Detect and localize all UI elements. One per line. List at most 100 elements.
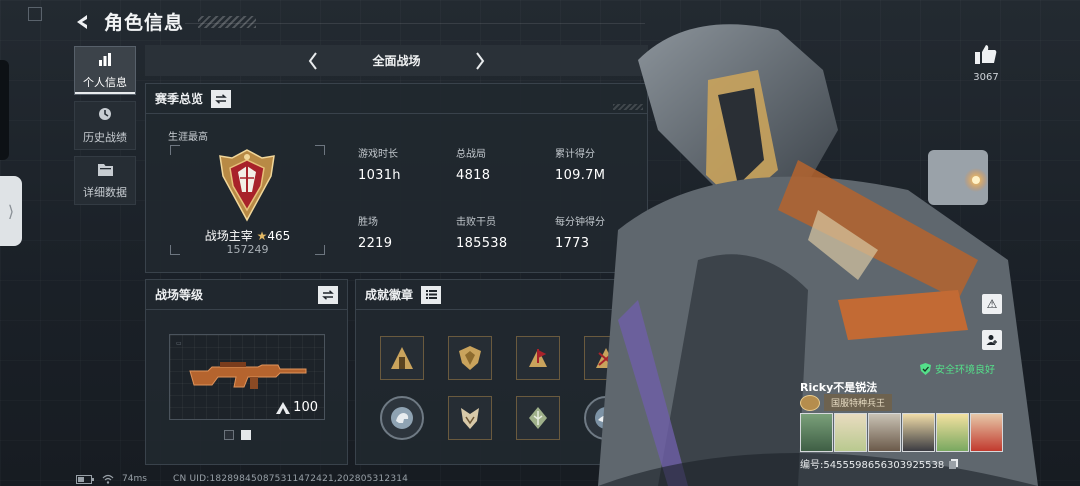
edge-handle-top[interactable] [0, 60, 9, 160]
avatar[interactable] [834, 413, 867, 452]
panel-title: 赛季总览 [155, 92, 204, 106]
title-medal-icon [800, 394, 820, 411]
avatar[interactable] [970, 413, 1003, 452]
back-arrow-icon[interactable] [74, 13, 92, 31]
swap-icon [322, 289, 334, 300]
nav-label: 历史战绩 [83, 131, 127, 144]
achievement-badge[interactable] [380, 336, 424, 380]
add-friend-button[interactable] [982, 330, 1002, 350]
chevron-right-icon [476, 52, 485, 70]
avatar[interactable] [868, 413, 901, 452]
clock-icon [98, 106, 112, 125]
environment-status-text: 安全环境良好 [935, 365, 995, 376]
switch-level-button[interactable] [318, 285, 338, 304]
player-id-text: 编号:5455598656303925538 [800, 460, 945, 471]
stat-value: 1031h [358, 168, 401, 183]
avatar[interactable] [800, 413, 833, 452]
list-icon [425, 290, 437, 299]
warning-icon: ⚠ [986, 297, 998, 311]
swap-icon [215, 93, 227, 104]
nav-item-history[interactable]: 历史战绩 [74, 101, 136, 150]
avatar[interactable] [902, 413, 935, 452]
player-id: 编号:5455598656303925538 [800, 456, 959, 471]
like-count: 3067 [973, 72, 999, 83]
gold-shield-badge-icon [459, 346, 481, 370]
avatar-strip [800, 413, 1003, 452]
player-name: Ricky不是锐法 [800, 381, 878, 394]
weapon-showcase[interactable]: ▭ 100 [169, 334, 325, 420]
dinosaur-round-badge-icon [391, 407, 413, 429]
like-button[interactable]: 3067 [970, 44, 1002, 83]
leaf-badge-icon [529, 407, 547, 429]
rank-chevron-icon [276, 401, 291, 414]
uid-text: CN UID:182898450875311472421,20280531231… [173, 474, 409, 484]
mode-title: 全面战场 [372, 54, 421, 68]
stat-value: 4818 [456, 168, 491, 183]
achievement-badge[interactable] [448, 336, 492, 380]
fox-badge-icon [461, 408, 479, 429]
stat-label: 总战局 [456, 149, 486, 160]
battery-icon [76, 474, 94, 484]
nav-label: 个人信息 [83, 76, 127, 89]
frame-corner [315, 145, 325, 155]
rank-emblem-icon [219, 149, 275, 222]
rank-name: 战场主宰 [204, 229, 253, 243]
stat-label: 击败干员 [456, 217, 496, 228]
frame-corner [170, 145, 180, 155]
switch-season-button[interactable] [211, 89, 232, 108]
chevron-left-icon [308, 52, 317, 70]
folder-icon [97, 161, 113, 180]
career-best-label: 生涯最高 [168, 132, 208, 143]
nav-item-detailed-data[interactable]: 详细数据 [74, 156, 136, 205]
pager-dot[interactable] [224, 430, 234, 440]
nav-label: 详细数据 [83, 186, 127, 199]
corner-decoration [28, 7, 42, 21]
achievement-badge[interactable] [448, 396, 492, 440]
environment-status: 安全环境良好 [920, 361, 995, 376]
avatar[interactable] [936, 413, 969, 452]
season-overview-panel: 赛季总览 生涯最高 战场主宰 ★465 157249 游戏时长 1031h 总战… [145, 83, 648, 273]
panel-header: 赛季总览 [146, 84, 647, 114]
stat-wins: 胜场 2219 [358, 213, 392, 251]
page-title: 角色信息 [104, 12, 185, 34]
rank-emblem-frame: 战场主宰 ★465 157249 [170, 145, 325, 256]
page-header: 角色信息 [74, 8, 257, 35]
rank-line: 战场主宰 ★465 [170, 227, 325, 244]
achievement-badge[interactable] [380, 396, 424, 440]
achievements-list-button[interactable] [421, 285, 442, 304]
stat-label: 游戏时长 [358, 149, 398, 160]
mode-prev-button[interactable] [302, 49, 324, 73]
stat-value: 185538 [456, 236, 508, 251]
weapon-tag: ▭ [176, 340, 182, 347]
player-title: 国服特种兵王 [800, 394, 893, 411]
thumbs-up-icon [975, 45, 997, 64]
pager-dots [224, 430, 251, 440]
nav-item-personal-info[interactable]: 个人信息 [74, 46, 136, 95]
stat-kills: 击败干员 185538 [456, 213, 507, 251]
ping-value: 74ms [122, 474, 147, 484]
achievement-badge[interactable] [516, 336, 560, 380]
weapon-level: 100 [276, 400, 318, 415]
stat-label: 胜场 [358, 217, 378, 228]
gold-flag-badge-icon [529, 349, 547, 367]
chevron-right-icon: ⟩ [7, 201, 15, 221]
stat-value: 2219 [358, 236, 393, 251]
battle-level-panel: 战场等级 ▭ 100 [145, 279, 348, 465]
achievement-badge[interactable] [516, 396, 560, 440]
edge-expand-handle[interactable]: ⟩ [0, 176, 22, 246]
side-nav: 个人信息 历史战绩 详细数据 [74, 46, 137, 211]
panel-title: 战场等级 [155, 288, 204, 302]
report-button[interactable]: ⚠ [982, 294, 1002, 314]
bar-chart-icon [98, 51, 112, 70]
pager-dot-active[interactable] [241, 430, 251, 440]
stat-play-time: 游戏时长 1031h [358, 145, 401, 183]
add-user-icon [986, 335, 997, 345]
shield-check-icon [920, 362, 931, 375]
rifle-icon [189, 362, 307, 389]
status-footer: 74ms [76, 474, 147, 484]
panel-header: 战场等级 [146, 280, 347, 310]
stat-total-matches: 总战局 4818 [456, 145, 490, 183]
copy-icon[interactable] [949, 458, 959, 469]
mode-next-button[interactable] [469, 49, 491, 73]
rank-stars: 465 [267, 229, 291, 243]
